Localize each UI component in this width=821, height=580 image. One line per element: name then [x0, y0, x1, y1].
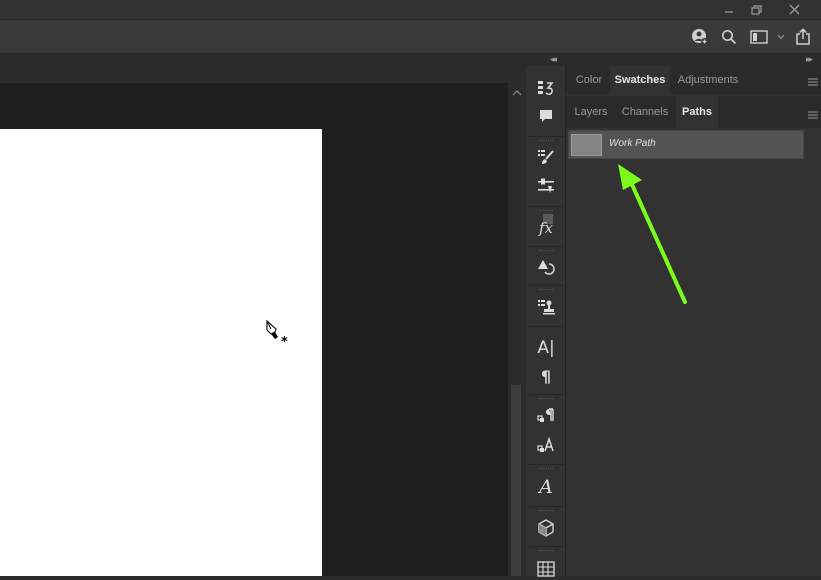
paragraph-styles-icon[interactable] — [534, 404, 558, 428]
shape-rotate-icon[interactable] — [534, 255, 558, 279]
user-add-icon[interactable] — [689, 20, 711, 53]
panel-menu-icon[interactable] — [808, 74, 818, 86]
tab-paths[interactable]: Paths — [676, 96, 718, 128]
character-icon[interactable]: A| — [534, 336, 558, 360]
options-bar — [0, 19, 821, 54]
paragraph-icon[interactable]: ¶ — [534, 364, 558, 388]
annotation-arrow-icon — [618, 164, 687, 304]
tab-channels[interactable]: Channels — [616, 96, 674, 128]
strip-divider — [528, 206, 564, 207]
pen-tool-cursor-icon: * — [265, 319, 293, 353]
document-tab-strip — [0, 54, 526, 83]
strip-divider — [528, 464, 564, 465]
scroll-up-icon[interactable] — [512, 89, 522, 97]
search-icon[interactable] — [718, 20, 740, 53]
history-icon[interactable] — [534, 76, 558, 100]
panel-icon-strip: fx A| ¶ A — [526, 66, 566, 577]
fx-icon[interactable]: fx — [534, 214, 558, 240]
svg-text:*: * — [281, 335, 288, 348]
strip-grip[interactable] — [539, 140, 553, 143]
adjustments-icon[interactable] — [534, 174, 558, 198]
glyphs-label: A — [539, 476, 553, 498]
workspace-icon[interactable] — [748, 20, 788, 53]
strip-divider — [528, 394, 564, 395]
close-icon[interactable] — [782, 0, 806, 19]
character-styles-icon[interactable] — [534, 434, 558, 458]
strip-divider — [528, 246, 564, 247]
path-name[interactable]: Work Path — [609, 138, 656, 149]
tab-adjustments-label: Adjustments — [677, 74, 739, 86]
tab-layers-label: Layers — [574, 106, 608, 118]
share-icon[interactable] — [792, 20, 814, 53]
strip-grip[interactable] — [539, 210, 553, 213]
tab-layers[interactable]: Layers — [568, 96, 614, 128]
character-label: A| — [537, 338, 555, 358]
tab-channels-label: Channels — [621, 106, 669, 118]
strip-grip[interactable] — [539, 398, 553, 401]
collapse-left-icon[interactable]: ◂◂ — [550, 54, 557, 65]
path-thumbnail — [571, 134, 602, 156]
strip-grip[interactable] — [539, 510, 553, 513]
icon-strip-header: ◂◂ — [526, 54, 566, 66]
strip-divider — [528, 326, 564, 327]
glyphs-icon[interactable]: A — [534, 475, 558, 499]
tab-swatches-label: Swatches — [614, 74, 666, 86]
strip-divider — [528, 506, 564, 507]
tab-color-label: Color — [575, 74, 603, 86]
strip-grip[interactable] — [539, 468, 553, 471]
tab-color[interactable]: Color — [568, 66, 610, 94]
tab-swatches[interactable]: Swatches — [610, 66, 670, 94]
scrollbar-thumb[interactable] — [511, 385, 521, 576]
tab-adjustments[interactable]: Adjustments — [672, 66, 744, 94]
brush-settings-icon[interactable] — [534, 145, 558, 169]
panel-menu-icon[interactable] — [808, 107, 818, 119]
fx-label: fx — [538, 219, 553, 237]
strip-grip[interactable] — [539, 550, 553, 553]
layers-paths-tab-row: Layers Channels Paths — [566, 96, 821, 128]
strip-divider — [528, 546, 564, 547]
minimize-icon[interactable] — [717, 0, 741, 19]
comment-icon[interactable] — [534, 104, 558, 128]
paragraph-label: ¶ — [540, 366, 552, 386]
tab-paths-label: Paths — [682, 106, 712, 118]
strip-divider — [528, 285, 564, 286]
color-swatches-tab-row: Color Swatches Adjustments — [566, 66, 821, 94]
title-bar — [0, 0, 821, 19]
grid-icon[interactable] — [534, 556, 558, 580]
restore-icon[interactable] — [745, 0, 769, 19]
clone-source-icon[interactable] — [534, 295, 558, 319]
strip-grip[interactable] — [539, 250, 553, 253]
collapse-right-icon[interactable]: ▸▸ — [806, 54, 813, 65]
3d-cube-icon[interactable] — [534, 516, 558, 540]
strip-divider — [528, 136, 564, 137]
strip-grip[interactable] — [539, 289, 553, 292]
